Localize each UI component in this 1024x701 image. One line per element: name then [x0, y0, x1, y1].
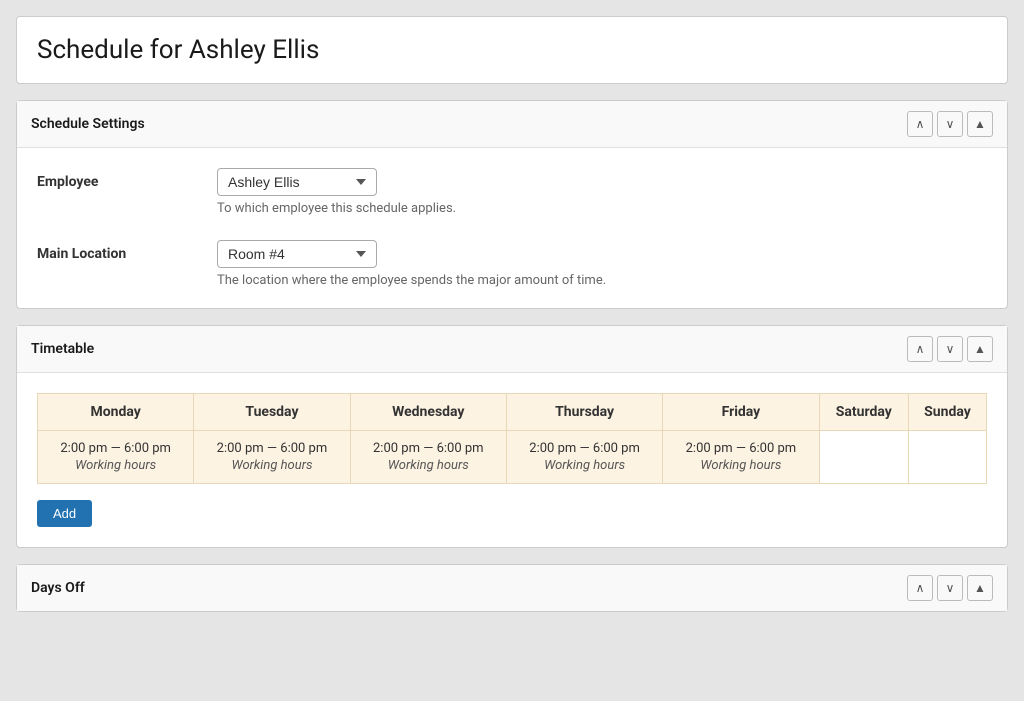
slot-tuesday: 2:00 pm — 6:00 pm Working hours [194, 431, 350, 484]
timetable-row: 2:00 pm — 6:00 pm Working hours 2:00 pm … [38, 431, 987, 484]
day-header-sunday: Sunday [909, 394, 987, 431]
timetable-collapse-down-button[interactable]: ∨ [937, 336, 963, 362]
employee-field-content: Ashley Ellis John Smith Jane Doe To whic… [217, 168, 987, 216]
slot-label-tuesday: Working hours [202, 458, 341, 473]
timetable-collapse-up-button[interactable]: ∧ [907, 336, 933, 362]
location-hint: The location where the employee spends t… [217, 273, 987, 288]
slot-time-monday: 2:00 pm — 6:00 pm [60, 441, 171, 456]
employee-field-row: Employee Ashley Ellis John Smith Jane Do… [37, 168, 987, 216]
collapse-triangle-button[interactable]: ▲ [967, 111, 993, 137]
days-off-collapse-triangle-button[interactable]: ▲ [967, 575, 993, 601]
schedule-settings-body: Employee Ashley Ellis John Smith Jane Do… [17, 148, 1007, 308]
timetable-header-row: Monday Tuesday Wednesday Thursday Friday… [38, 394, 987, 431]
schedule-settings-card: Schedule Settings ∧ ∨ ▲ Employee Ashley … [16, 100, 1008, 309]
slot-monday: 2:00 pm — 6:00 pm Working hours [38, 431, 194, 484]
slot-label-thursday: Working hours [515, 458, 654, 473]
slot-time-tuesday: 2:00 pm — 6:00 pm [217, 441, 328, 456]
slot-saturday [819, 431, 908, 484]
slot-time-thursday: 2:00 pm — 6:00 pm [529, 441, 640, 456]
employee-hint: To which employee this schedule applies. [217, 201, 987, 216]
days-off-collapse-down-button[interactable]: ∨ [937, 575, 963, 601]
timetable-title: Timetable [31, 341, 94, 357]
page-title-box: Schedule for Ashley Ellis [16, 16, 1008, 84]
days-off-header-controls: ∧ ∨ ▲ [907, 575, 993, 601]
collapse-down-button[interactable]: ∨ [937, 111, 963, 137]
header-controls: ∧ ∨ ▲ [907, 111, 993, 137]
employee-select[interactable]: Ashley Ellis John Smith Jane Doe [217, 168, 377, 196]
slot-sunday [909, 431, 987, 484]
schedule-settings-title: Schedule Settings [31, 116, 145, 132]
timetable-collapse-triangle-button[interactable]: ▲ [967, 336, 993, 362]
slot-label-friday: Working hours [671, 458, 810, 473]
slot-time-friday: 2:00 pm — 6:00 pm [686, 441, 797, 456]
days-off-header: Days Off ∧ ∨ ▲ [17, 565, 1007, 611]
timetable-card: Timetable ∧ ∨ ▲ Monday Tuesday Wednesday… [16, 325, 1008, 548]
timetable-header: Timetable ∧ ∨ ▲ [17, 326, 1007, 373]
location-select[interactable]: Room #4 Room #1 Room #2 Room #3 [217, 240, 377, 268]
slot-time-wednesday: 2:00 pm — 6:00 pm [373, 441, 484, 456]
slot-wednesday: 2:00 pm — 6:00 pm Working hours [350, 431, 506, 484]
slot-label-wednesday: Working hours [359, 458, 498, 473]
employee-label: Employee [37, 168, 217, 190]
day-header-thursday: Thursday [506, 394, 662, 431]
timetable-body: Monday Tuesday Wednesday Thursday Friday… [17, 373, 1007, 547]
slot-label-monday: Working hours [46, 458, 185, 473]
location-label: Main Location [37, 240, 217, 262]
location-field-content: Room #4 Room #1 Room #2 Room #3 The loca… [217, 240, 987, 288]
schedule-settings-header: Schedule Settings ∧ ∨ ▲ [17, 101, 1007, 148]
day-header-saturday: Saturday [819, 394, 908, 431]
location-field-row: Main Location Room #4 Room #1 Room #2 Ro… [37, 240, 987, 288]
slot-thursday: 2:00 pm — 6:00 pm Working hours [506, 431, 662, 484]
day-header-friday: Friday [663, 394, 819, 431]
timetable-header-controls: ∧ ∨ ▲ [907, 336, 993, 362]
day-header-tuesday: Tuesday [194, 394, 350, 431]
day-header-monday: Monday [38, 394, 194, 431]
days-off-title: Days Off [31, 580, 85, 596]
days-off-card: Days Off ∧ ∨ ▲ [16, 564, 1008, 612]
days-off-collapse-up-button[interactable]: ∧ [907, 575, 933, 601]
day-header-wednesday: Wednesday [350, 394, 506, 431]
timetable-table: Monday Tuesday Wednesday Thursday Friday… [37, 393, 987, 484]
collapse-up-button[interactable]: ∧ [907, 111, 933, 137]
page-title: Schedule for Ashley Ellis [37, 35, 987, 65]
slot-friday: 2:00 pm — 6:00 pm Working hours [663, 431, 819, 484]
add-slot-button[interactable]: Add [37, 500, 92, 527]
